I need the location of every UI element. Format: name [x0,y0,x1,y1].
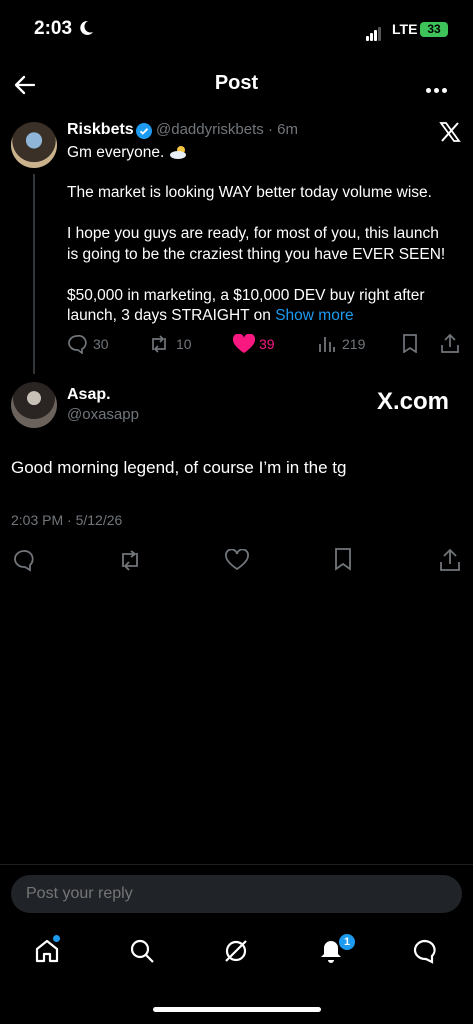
share-icon[interactable] [440,332,460,354]
x-logo-icon [439,122,461,142]
sun-behind-cloud-icon [169,146,186,159]
status-time: 2:03 [34,18,73,39]
reply-input[interactable] [11,875,462,913]
grok-icon[interactable] [223,938,249,964]
moon-icon [80,20,93,35]
post-text-line: $50,000 in marketing, a $10,000 DEV buy … [67,287,425,304]
show-more-link[interactable]: Show more [275,307,353,324]
avatar[interactable] [11,122,57,168]
author-handle: @daddyriskbets · 6m [156,121,298,138]
notification-badge: 1 [339,934,355,950]
divider [0,864,473,865]
network-type: LTE [392,21,418,37]
messages-icon[interactable] [412,938,438,964]
thread-line [33,174,35,374]
reply-icon[interactable] [12,548,36,572]
like-count: 39 [259,336,275,352]
verified-badge-icon [136,123,152,139]
search-icon[interactable] [129,938,155,964]
repost-count: 10 [176,336,192,352]
post-text-line: The market is looking WAY better today v… [67,184,432,201]
repost-icon[interactable] [148,334,170,354]
post-text-line: Gm everyone. [67,143,467,163]
reply-icon[interactable] [67,334,87,354]
heart-icon[interactable] [224,549,250,571]
home-indicator[interactable] [153,1007,321,1012]
repost-icon[interactable] [117,548,143,572]
new-content-dot [53,935,60,942]
avatar[interactable] [11,382,57,428]
views-icon[interactable] [318,334,336,354]
author-name[interactable]: Riskbets [67,121,134,139]
post-text: Good morning legend, of course I’m in th… [11,458,347,477]
share-icon[interactable] [439,546,461,572]
watermark: X.com [377,388,450,415]
signal-icon [366,23,382,41]
battery-icon: 33 [420,22,448,37]
post-timestamp: 2:03 PM · 5/12/26 [11,512,123,528]
bookmark-icon[interactable] [332,547,354,571]
heart-filled-icon[interactable] [232,334,256,354]
bookmark-icon[interactable] [401,333,419,353]
page-title: Post [214,72,259,94]
post-text-line: launch, 3 days STRAIGHT on Show more [67,307,354,324]
author-handle: @oxasapp [67,406,139,423]
post-text-line: I hope you guys are ready, for most of y… [67,225,439,242]
reply-count: 30 [93,336,109,352]
view-count: 219 [342,336,366,352]
post-text-line: is going to be the craziest thing you ha… [67,246,446,263]
more-options-icon[interactable] [426,80,450,98]
author-name[interactable]: Asap. [67,386,111,404]
